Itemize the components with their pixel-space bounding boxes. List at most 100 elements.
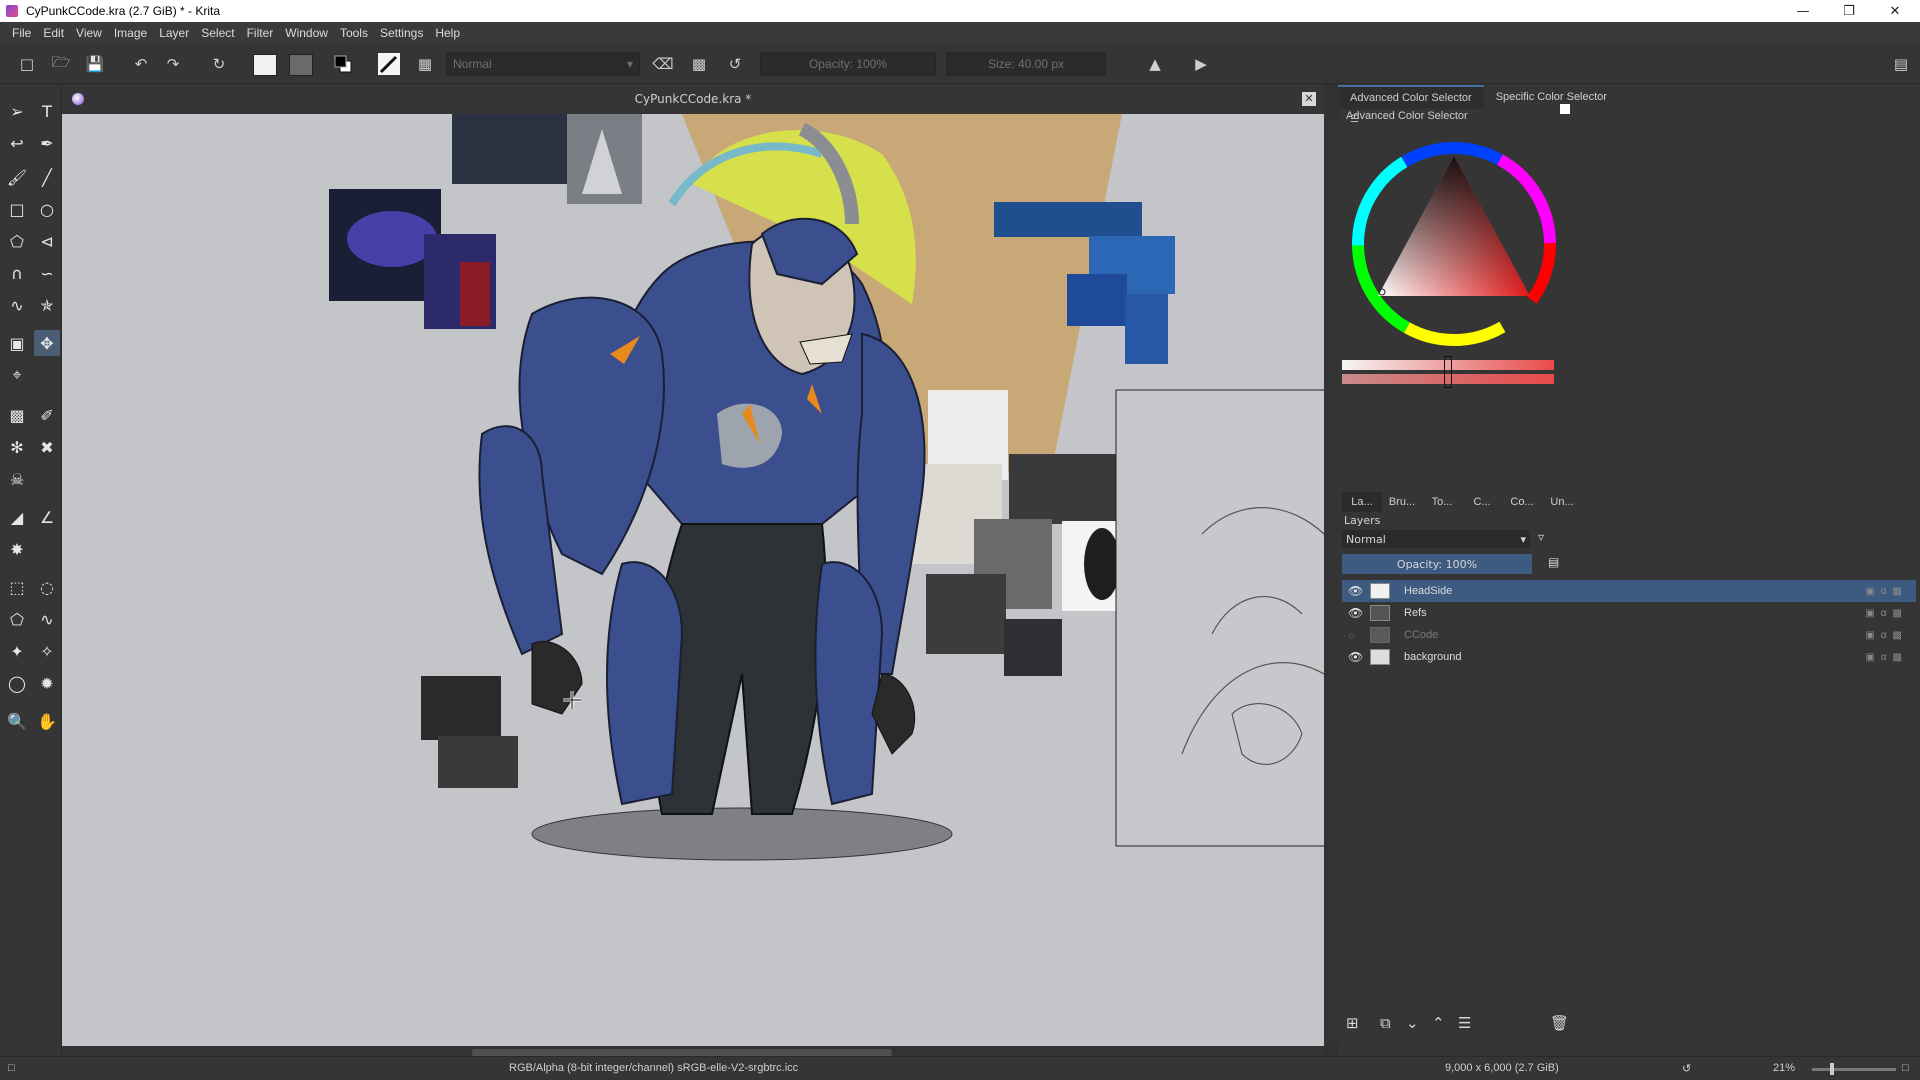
reload-preset-icon[interactable]: ↺ <box>724 53 746 75</box>
menu-select[interactable]: Select <box>195 26 240 40</box>
close-document-icon[interactable]: ✕ <box>1302 92 1316 106</box>
contiguous-select-icon[interactable]: ✦ <box>4 638 30 664</box>
restore-icon[interactable]: ❐ <box>1826 0 1872 22</box>
menu-help[interactable]: Help <box>429 26 466 40</box>
menu-image[interactable]: Image <box>108 26 153 40</box>
layer-row[interactable]: ○ CCode ▣α▩ <box>1342 624 1916 646</box>
add-layer-icon[interactable]: ⊞ <box>1346 1014 1359 1032</box>
layer-row[interactable]: 👁 Refs ▣α▩ <box>1342 602 1916 624</box>
fill-tool-icon[interactable]: ☠ <box>4 466 30 492</box>
menu-filter[interactable]: Filter <box>241 26 280 40</box>
minimize-icon[interactable]: — <box>1780 0 1826 22</box>
reference-tool-icon[interactable]: ∠ <box>34 504 60 530</box>
crop-tool-icon[interactable]: ⌖ <box>4 362 30 388</box>
lock-alpha-icons[interactable]: ▣α▩ <box>1865 586 1908 597</box>
tab-brushes[interactable]: Bru... <box>1382 492 1422 512</box>
new-document-icon[interactable]: □ <box>16 53 38 75</box>
zoom-slider-handle[interactable] <box>1830 1063 1834 1075</box>
freehand-brush-icon[interactable]: 🖌 <box>4 164 30 190</box>
canvas[interactable] <box>62 114 1324 1046</box>
tab-tool-options[interactable]: To... <box>1422 492 1462 512</box>
zoom-level[interactable]: 21% <box>1773 1062 1795 1074</box>
tab-advanced-color-selector[interactable]: Advanced Color Selector <box>1338 85 1484 109</box>
document-tab[interactable]: CyPunkCCode.kra * ✕ <box>62 84 1324 114</box>
dynamic-brush-icon[interactable]: ∿ <box>4 292 30 318</box>
transform-tool-icon[interactable]: ▣ <box>4 330 30 356</box>
menu-window[interactable]: Window <box>279 26 334 40</box>
dock-toggle-icon[interactable]: ▤ <box>1890 53 1912 75</box>
eraser-icon[interactable]: ⌫ <box>652 53 674 75</box>
layer-row[interactable]: 👁 HeadSide ▣α▩ <box>1342 580 1916 602</box>
mirror-horizontal-icon[interactable]: ▲ <box>1144 53 1166 75</box>
layer-blend-select[interactable]: Normal ▾ <box>1342 530 1530 548</box>
rect-select-icon[interactable]: ⬚ <box>4 574 30 600</box>
menu-view[interactable]: View <box>70 26 108 40</box>
layer-opacity-slider[interactable]: Opacity: 100% <box>1342 554 1532 574</box>
eye-icon[interactable]: 👁 <box>1348 584 1366 598</box>
layer-options-icon[interactable]: ☰ <box>1458 1014 1471 1032</box>
polygon-tool-icon[interactable]: ⬠ <box>4 228 30 254</box>
polyline-tool-icon[interactable]: ⊲ <box>34 228 60 254</box>
close-icon[interactable]: ✕ <box>1872 0 1918 22</box>
redo-icon[interactable]: ↷ <box>162 53 184 75</box>
text-tool-icon[interactable]: T <box>34 98 60 124</box>
color-slider-handle[interactable] <box>1444 356 1452 388</box>
vertical-scrollbar[interactable] <box>1324 114 1338 1046</box>
color-wheel[interactable] <box>1342 124 1574 364</box>
select-shapes-icon[interactable]: ➢ <box>4 98 30 124</box>
eye-icon[interactable]: 👁 <box>1348 606 1366 620</box>
line-tool-icon[interactable]: ╱ <box>34 164 60 190</box>
freehand-select-icon[interactable]: ∿ <box>34 606 60 632</box>
move-layer-down-icon[interactable]: ⌄ <box>1406 1014 1419 1032</box>
eye-icon[interactable]: 👁 <box>1348 650 1366 664</box>
current-color-swatch[interactable] <box>1560 104 1570 114</box>
reload-icon[interactable]: ↻ <box>208 53 230 75</box>
open-folder-icon[interactable]: 🗁 <box>50 53 72 75</box>
color-picker-icon[interactable]: ✐ <box>34 402 60 428</box>
gradient-tool-icon[interactable]: ▩ <box>4 402 30 428</box>
rectangle-tool-icon[interactable]: □ <box>4 196 30 222</box>
blend-mode-select[interactable]: Normal ▾ <box>446 52 640 76</box>
filter-icon[interactable]: ▿ <box>1538 530 1544 544</box>
alpha-lock-icon[interactable]: ▩ <box>688 53 710 75</box>
eye-hidden-icon[interactable]: ○ <box>1348 628 1366 642</box>
bezier-select-icon[interactable]: ◯ <box>4 670 30 696</box>
size-slider[interactable]: Size: 40.00 px <box>946 52 1106 76</box>
mirror-vertical-icon[interactable]: ▶ <box>1190 53 1212 75</box>
menu-settings[interactable]: Settings <box>374 26 429 40</box>
lock-alpha-icons[interactable]: ▣α▩ <box>1865 630 1908 641</box>
menu-layer[interactable]: Layer <box>153 26 195 40</box>
measure-tool-icon[interactable]: ◢ <box>4 504 30 530</box>
lock-alpha-icons[interactable]: ▣α▩ <box>1865 608 1908 619</box>
zoom-slider[interactable] <box>1812 1068 1896 1071</box>
zoom-tool-icon[interactable]: 🔍 <box>4 708 30 734</box>
edit-shapes-icon[interactable]: ↩ <box>4 130 30 156</box>
pin-tool-icon[interactable]: ✸ <box>4 536 30 562</box>
pattern-swatch[interactable] <box>289 54 313 76</box>
delete-layer-icon[interactable]: 🗑 <box>1550 1014 1569 1032</box>
magnetic-select-icon[interactable]: ✹ <box>34 670 60 696</box>
menu-file[interactable]: File <box>6 26 37 40</box>
tab-colors[interactable]: Co... <box>1502 492 1542 512</box>
ellipse-select-icon[interactable]: ◌ <box>34 574 60 600</box>
save-icon[interactable]: 💾 <box>84 53 106 75</box>
freehand-path-icon[interactable]: ∽ <box>34 260 60 286</box>
pan-tool-icon[interactable]: ✋ <box>34 708 60 734</box>
smart-patch-icon[interactable]: ✻ <box>4 434 30 460</box>
undo-icon[interactable]: ↶ <box>130 53 152 75</box>
tab-specific-color-selector[interactable]: Specific Color Selector <box>1484 85 1619 109</box>
tab-channels[interactable]: C... <box>1462 492 1502 512</box>
lock-alpha-icons[interactable]: ▣α▩ <box>1865 652 1908 663</box>
similar-select-icon[interactable]: ✧ <box>34 638 60 664</box>
rotation-icon[interactable]: ↺ <box>1682 1062 1691 1075</box>
tab-layers[interactable]: La... <box>1342 492 1382 512</box>
assistant-tool-icon[interactable]: ✖ <box>34 434 60 460</box>
move-tool-icon[interactable]: ✥ <box>34 330 60 356</box>
opacity-slider[interactable]: Opacity: 100% <box>760 52 936 76</box>
ellipse-tool-icon[interactable]: ○ <box>34 196 60 222</box>
brush-preset-icon[interactable] <box>378 53 400 75</box>
layer-row[interactable]: 👁 background ▣α▩ <box>1342 646 1916 668</box>
menu-edit[interactable]: Edit <box>37 26 70 40</box>
bezier-tool-icon[interactable]: ∩ <box>4 260 30 286</box>
multibrush-icon[interactable]: ✯ <box>34 292 60 318</box>
